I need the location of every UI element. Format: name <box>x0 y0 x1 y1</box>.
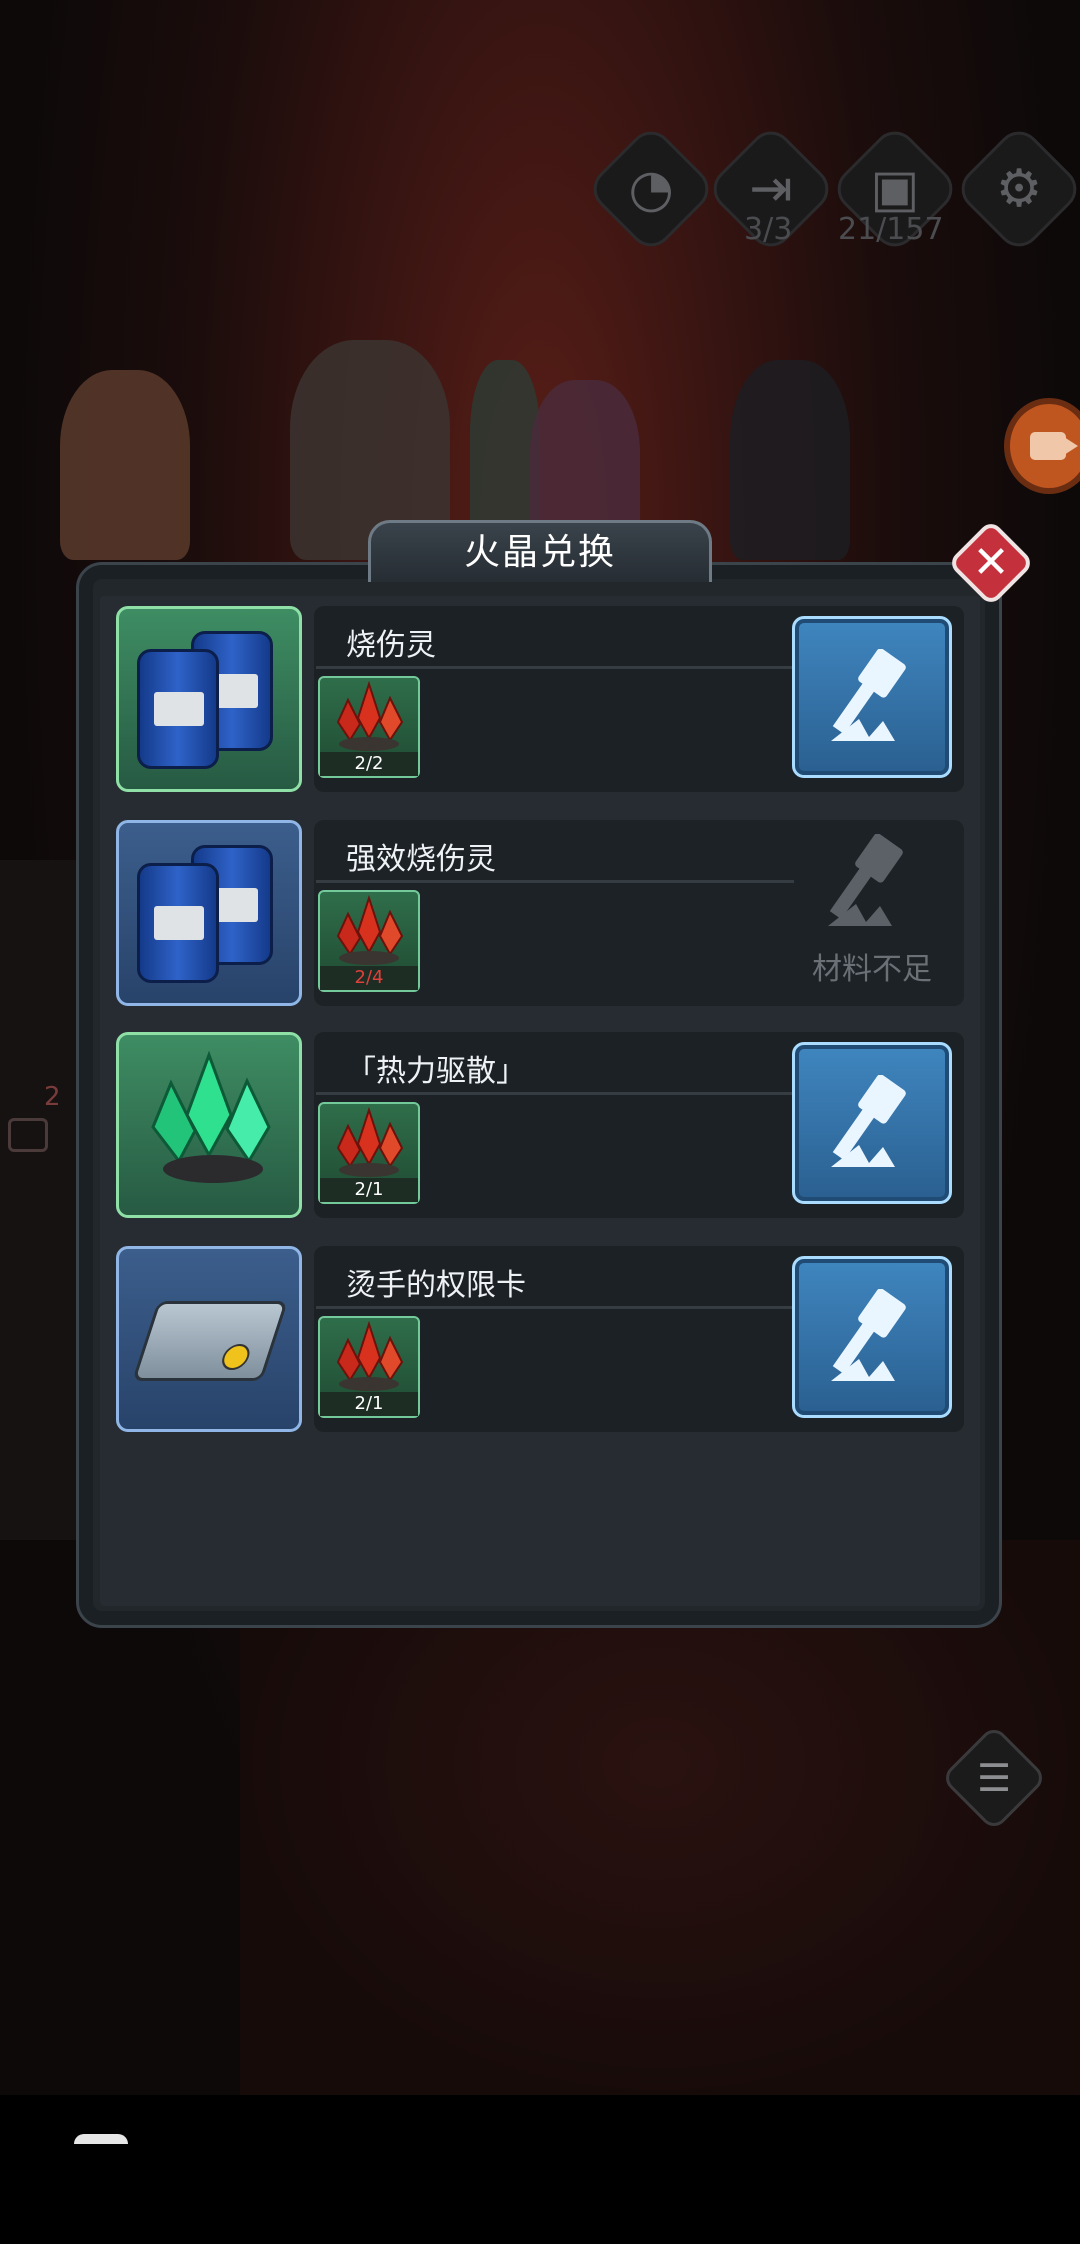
red-crystal-icon <box>336 894 404 965</box>
character-suit-man <box>730 360 850 560</box>
item-thumbnail[interactable] <box>116 1246 302 1432</box>
green-crystal-icon <box>151 1050 271 1183</box>
character-girl <box>60 370 190 560</box>
item-thumbnail[interactable] <box>116 1032 302 1218</box>
divider <box>316 666 794 669</box>
item-name: 烧伤灵 <box>346 628 436 663</box>
craft-button[interactable] <box>792 616 952 778</box>
material-count: 2/4 <box>320 966 418 990</box>
hammer-icon <box>828 834 903 926</box>
checklist-icon: ☰ <box>976 1756 1012 1800</box>
exchange-row: 烫手的权限卡 2/1 <box>116 1246 966 1432</box>
door-count: 3/3 <box>744 212 793 247</box>
divider <box>316 1306 794 1309</box>
item-name: 强效烧伤灵 <box>346 842 496 877</box>
material-count: 2/1 <box>320 1392 418 1416</box>
item-thumbnail[interactable] <box>116 606 302 792</box>
item-name: 烫手的权限卡 <box>346 1268 526 1303</box>
divider <box>316 1092 794 1095</box>
barrel-icon <box>137 863 219 983</box>
gear-icon: ⚙ <box>995 159 1043 219</box>
red-crystal-icon <box>336 1106 404 1177</box>
close-icon[interactable]: ✕ <box>960 532 1022 594</box>
red-crystal-icon <box>336 1320 404 1391</box>
chat-badge: 2 <box>44 1082 61 1112</box>
chest-count: 21/157 <box>838 212 944 247</box>
chat-icon[interactable] <box>8 1118 48 1152</box>
fire-crystal-material[interactable]: 2/2 <box>318 676 420 778</box>
hammer-icon <box>831 1075 906 1167</box>
hammer-icon <box>831 1289 906 1381</box>
hammer-icon <box>831 649 906 741</box>
craft-button[interactable] <box>792 1042 952 1204</box>
red-crystal-icon <box>336 680 404 751</box>
chip-card-icon <box>132 1301 288 1381</box>
camera-icon <box>1030 432 1078 460</box>
item-name: 「热力驱散」 <box>346 1054 526 1089</box>
material-count: 2/1 <box>320 1178 418 1202</box>
exchange-row: 烧伤灵 2/2 <box>116 606 966 792</box>
dialog-title-tab: 火晶兑换 <box>368 520 712 582</box>
home-indicator[interactable] <box>74 2134 128 2144</box>
radar-icon: ◔ <box>628 159 674 219</box>
fire-crystal-material[interactable]: 2/1 <box>318 1102 420 1204</box>
craft-button[interactable] <box>792 1256 952 1418</box>
item-thumbnail[interactable] <box>116 820 302 1006</box>
dialog-title: 火晶兑换 <box>463 532 616 573</box>
barrel-icon <box>137 649 219 769</box>
fire-crystal-material[interactable]: 2/1 <box>318 1316 420 1418</box>
material-count: 2/2 <box>320 752 418 776</box>
exchange-row: 强效烧伤灵 2/4 材料不足 <box>116 820 966 1006</box>
divider <box>316 880 794 883</box>
system-navigation-bar <box>0 2095 1080 2244</box>
fire-crystal-material[interactable]: 2/4 <box>318 890 420 992</box>
insufficient-materials-label: 材料不足 <box>812 952 932 987</box>
exchange-row: 「热力驱散」 2/1 <box>116 1032 966 1218</box>
